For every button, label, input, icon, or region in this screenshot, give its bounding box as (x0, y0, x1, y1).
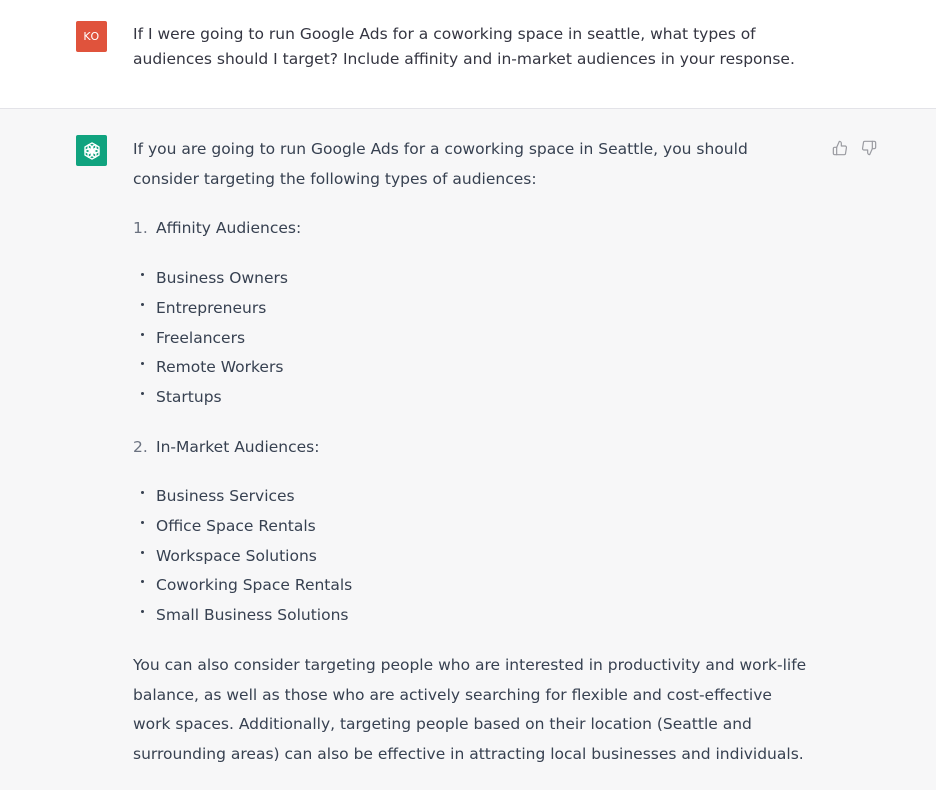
assistant-intro-text: If you are going to run Google Ads for a… (133, 140, 748, 188)
user-message-row: KO If I were going to run Google Ads for… (0, 0, 936, 109)
section-heading-affinity: 1. Affinity Audiences: (133, 214, 813, 244)
thumbs-down-icon (861, 140, 877, 156)
assistant-avatar (76, 135, 107, 166)
assistant-closing-text: You can also consider targeting people w… (133, 655, 807, 763)
thumbs-down-button[interactable] (860, 139, 878, 157)
list-item: Small Business Solutions (133, 601, 813, 631)
list-item: Freelancers (133, 324, 813, 354)
list-item: Business Owners (133, 264, 813, 294)
list-item: Workspace Solutions (133, 542, 813, 572)
list-item: Remote Workers (133, 353, 813, 383)
assistant-message-body: If you are going to run Google Ads for a… (133, 135, 813, 770)
assistant-message-row: If you are going to run Google Ads for a… (0, 109, 936, 790)
section-number: 1. (133, 219, 148, 238)
list-item: Entrepreneurs (133, 294, 813, 324)
thumbs-up-button[interactable] (831, 139, 849, 157)
list-item: Startups (133, 383, 813, 413)
openai-logo-icon (83, 141, 100, 160)
in-market-audience-list: Business Services Office Space Rentals W… (133, 482, 813, 631)
section-title: In-Market Audiences: (156, 437, 320, 456)
user-message-text: If I were going to run Google Ads for a … (133, 25, 795, 68)
thumbs-up-icon (832, 140, 848, 156)
list-item: Office Space Rentals (133, 512, 813, 542)
section-heading-in-market: 2. In-Market Audiences: (133, 433, 813, 463)
user-avatar: KO (76, 21, 107, 52)
section-number: 2. (133, 437, 148, 456)
list-item: Business Services (133, 482, 813, 512)
list-item: Coworking Space Rentals (133, 571, 813, 601)
section-title: Affinity Audiences: (156, 219, 302, 238)
feedback-controls (831, 139, 878, 157)
affinity-audience-list: Business Owners Entrepreneurs Freelancer… (133, 264, 813, 413)
